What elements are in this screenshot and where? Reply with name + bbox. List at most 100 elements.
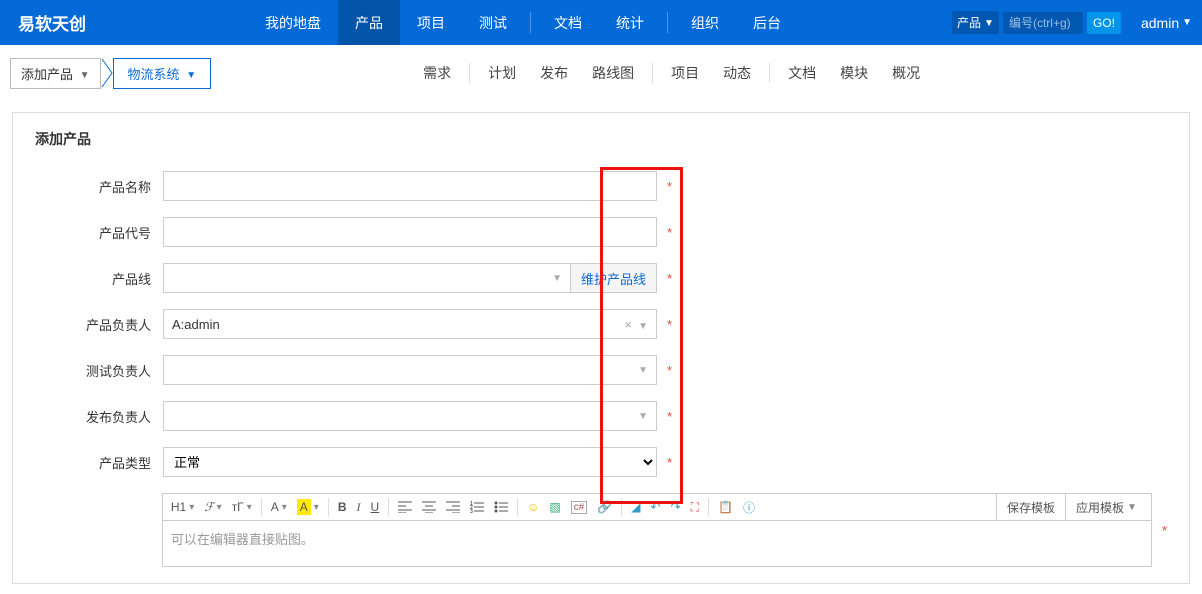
caret-down-icon: ▼ [552,273,562,284]
sub-plan[interactable]: 计划 [476,57,528,89]
required-mark: * [667,225,672,240]
code-button[interactable]: c# [567,499,592,516]
undo-button[interactable]: ↶ [647,498,665,516]
maintain-line-button[interactable]: 维护产品线 [571,263,657,293]
align-center-icon [422,501,436,513]
label-product-line: 产品线 [35,269,163,288]
add-product-dropdown[interactable]: 添加产品 ▼ [10,58,101,89]
nav-separator [530,12,531,33]
search-input[interactable] [1003,12,1083,34]
fullscreen-button[interactable]: ⛶ [687,498,703,517]
sub-overview[interactable]: 概况 [880,57,932,89]
editor-toolbar: H1▾ ℱ▾ тГ▾ A▾ A▾ B I U 123 ☺ ▧ c# [162,493,1152,521]
input-product-name[interactable] [163,171,657,201]
nav-stats[interactable]: 统计 [599,0,661,45]
font-family-dropdown[interactable]: ℱ▾ [200,498,225,516]
caret-down-icon: ▾ [282,502,287,513]
nav-mydash[interactable]: 我的地盘 [248,0,338,45]
required-mark: * [667,317,672,332]
ordered-list-button[interactable]: 123 [466,499,488,515]
align-left-icon [398,501,412,513]
select-product-type[interactable]: 正常 [163,447,657,477]
label-product-code: 产品代号 [35,223,163,242]
caret-down-icon: ▾ [314,502,319,513]
search-go-button[interactable]: GO! [1087,12,1121,34]
bold-button[interactable]: B [334,498,351,516]
paste-button[interactable]: 📋 [714,498,737,516]
highlight-button[interactable]: A▾ [293,497,323,517]
text-color-button[interactable]: A▾ [267,498,291,516]
input-product-code[interactable] [163,217,657,247]
select-product-owner[interactable]: A:admin ×▼ [163,309,657,339]
editor-textarea[interactable]: 可以在编辑器直接贴图。 [162,521,1152,567]
sub-release[interactable]: 发布 [528,57,580,89]
required-mark: * [667,271,672,286]
search-tools: 产品▼ GO! [942,0,1131,45]
underline-button[interactable]: U [366,498,383,516]
user-menu[interactable]: admin▼ [1131,0,1202,45]
sub-doc[interactable]: 文档 [776,57,828,89]
brand-logo: 易软天创 [0,0,104,45]
help-button[interactable]: ⓘ [739,497,759,518]
label-qa-owner: 测试负责人 [35,361,163,380]
sub-story[interactable]: 需求 [411,57,463,89]
align-left-button[interactable] [394,499,416,515]
caret-down-icon: ▾ [189,502,194,513]
add-product-panel: 添加产品 产品名称 * 产品代号 * 产品线 ▼ 维护产品线 * 产品负责人 A… [12,112,1190,584]
select-qa-owner[interactable]: ▼ [163,355,657,385]
sub-project[interactable]: 项目 [659,57,711,89]
emoji-button[interactable]: ☺ [523,498,543,516]
unordered-list-button[interactable] [490,499,512,515]
align-right-icon [446,501,460,513]
list-ul-icon [494,501,508,513]
eraser-button[interactable]: ◢ [627,498,644,516]
required-mark: * [667,409,672,424]
code-icon: c# [571,501,588,514]
link-button[interactable]: 🔗 [593,498,616,516]
align-center-button[interactable] [418,499,440,515]
label-product-name: 产品名称 [35,177,163,196]
select-product-line[interactable]: ▼ [163,263,571,293]
label-product-owner: 产品负责人 [35,315,163,334]
required-mark: * [667,455,672,470]
nav-org[interactable]: 组织 [674,0,736,45]
label-product-type: 产品类型 [35,453,163,472]
nav-admin[interactable]: 后台 [736,0,798,45]
redo-icon: ↷ [671,500,681,514]
nav-test[interactable]: 测试 [462,0,524,45]
redo-button[interactable]: ↷ [667,498,685,516]
nav-doc[interactable]: 文档 [537,0,599,45]
sub-roadmap[interactable]: 路线图 [580,57,646,89]
italic-button[interactable]: I [352,498,364,517]
caret-down-icon: ▾ [247,502,252,513]
paste-icon: 📋 [718,500,733,514]
font-size-dropdown[interactable]: тГ▾ [228,498,256,516]
caret-down-icon: ▼ [1127,502,1137,513]
help-icon: ⓘ [743,499,755,516]
label-release-owner: 发布负责人 [35,407,163,426]
apply-template-button[interactable]: 应用模板▼ [1065,494,1147,521]
caret-down-icon: ▼ [186,70,196,81]
save-template-button[interactable]: 保存模板 [996,494,1065,521]
breadcrumb-logistics[interactable]: 物流系统 ▼ [113,58,212,89]
select-release-owner[interactable]: ▼ [163,401,657,431]
search-module-select[interactable]: 产品▼ [952,11,999,34]
panel-title: 添加产品 [35,129,1167,149]
caret-down-icon: ▼ [638,411,648,422]
align-right-button[interactable] [442,499,464,515]
link-icon: 🔗 [597,500,612,514]
image-icon: ▧ [549,500,560,514]
nav-project[interactable]: 项目 [400,0,462,45]
nav-separator [667,12,668,33]
image-button[interactable]: ▧ [545,498,564,516]
sub-module[interactable]: 模块 [828,57,880,89]
fullscreen-icon: ⛶ [691,500,699,515]
required-mark: * [667,363,672,378]
breadcrumb-arrow [101,58,113,88]
clear-icon[interactable]: × [625,317,633,332]
heading-dropdown[interactable]: H1▾ [167,498,198,516]
nav-product[interactable]: 产品 [338,0,400,45]
eraser-icon: ◢ [631,500,640,514]
sub-dynamic[interactable]: 动态 [711,57,763,89]
undo-icon: ↶ [651,500,661,514]
